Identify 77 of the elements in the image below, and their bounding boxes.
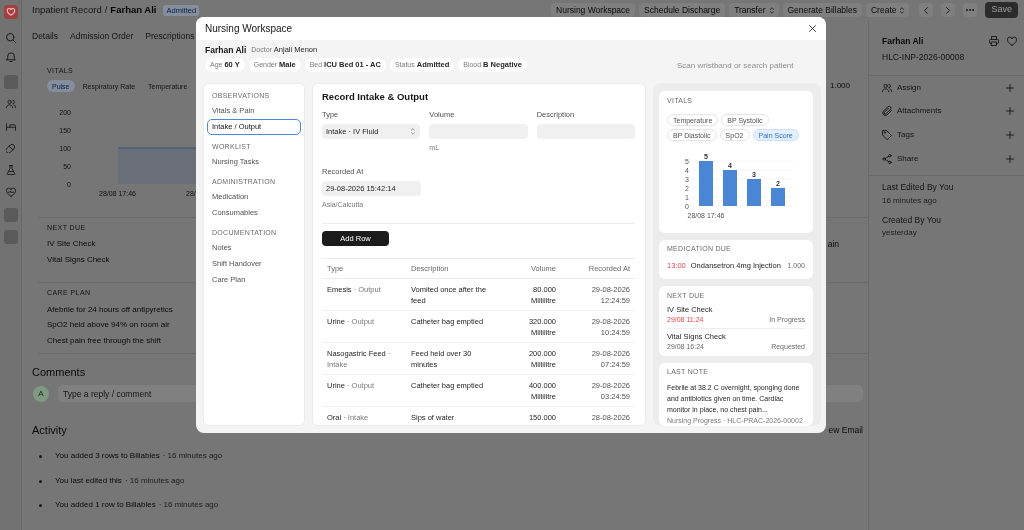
meta-label: Created By You — [882, 214, 942, 226]
chart-bar — [771, 188, 785, 206]
dialog-title: Nursing Workspace — [205, 22, 293, 36]
share-icon — [882, 154, 892, 164]
flask-icon[interactable] — [5, 165, 16, 175]
heart-pulse-icon[interactable] — [5, 187, 16, 197]
avatar: A — [33, 385, 49, 402]
partial-text: ain — [827, 237, 839, 251]
bell-icon[interactable] — [5, 52, 16, 62]
search-field[interactable]: Scan wristband or search patient — [677, 58, 807, 72]
tag-icon — [882, 130, 892, 140]
record-title: Farhan Ali — [882, 34, 924, 48]
chevron-right-icon — [946, 6, 951, 14]
breadcrumb-separator: / — [104, 2, 108, 17]
activity-time: · 16 minutes ago — [124, 475, 185, 487]
chart-bar — [723, 170, 737, 206]
activity-text: You last edited this — [55, 475, 122, 487]
activity-text: You added 1 row to Billables — [55, 499, 156, 511]
sidebar-action[interactable]: Attachments — [897, 105, 942, 117]
plus-icon[interactable] — [1006, 131, 1014, 139]
bullet-icon — [39, 503, 42, 507]
users-icon[interactable] — [5, 99, 16, 109]
activity-time: · 16 minutes ago — [162, 450, 223, 462]
care-plan-item: SpO2 held above 94% on room air — [47, 319, 170, 331]
chevron-left-icon — [924, 6, 929, 14]
care-plan-item: Afebrile for 24 hours off antipyretics — [47, 304, 173, 316]
bullet-icon — [39, 479, 42, 483]
chevron-up-down-icon — [900, 6, 905, 14]
sidebar-action[interactable]: Tags — [897, 129, 914, 141]
action-button[interactable]: Nursing Workspace — [551, 3, 636, 17]
bed-icon[interactable] — [5, 122, 16, 132]
plus-icon[interactable] — [1006, 84, 1014, 92]
quantity-text: 1.000 — [829, 80, 850, 92]
chart-bar — [747, 179, 761, 206]
action-button[interactable]: Schedule Discharge — [639, 3, 726, 17]
bullet-icon — [39, 454, 42, 458]
form-title: Record Intake & Output — [322, 91, 429, 103]
dropdown-button[interactable]: Transfer — [729, 3, 779, 17]
users-icon — [882, 83, 892, 93]
sidebar-action[interactable]: Assign — [897, 82, 921, 94]
search-icon[interactable] — [5, 33, 16, 43]
logo-icon[interactable] — [3, 5, 18, 19]
save-button[interactable]: Save — [985, 2, 1018, 18]
patient-name: Farhan Ali — [205, 45, 247, 55]
chevron-up-down-icon — [769, 6, 774, 14]
paperclip-icon — [882, 106, 892, 116]
heart-icon[interactable] — [1007, 36, 1017, 46]
care-plan-item: Chest pain free through the shift — [47, 335, 161, 347]
previous-button[interactable] — [919, 3, 934, 17]
pill-icon[interactable] — [5, 143, 16, 153]
chevron-up-down-icon — [411, 128, 416, 135]
close-icon[interactable] — [809, 25, 816, 32]
section-heading: Comments — [32, 365, 86, 379]
task-text: IV Site Check — [47, 238, 96, 250]
tab[interactable]: Admission Order — [70, 30, 134, 42]
plus-icon[interactable] — [1006, 107, 1014, 115]
page-title: Farhan Ali — [110, 2, 157, 17]
chart-bar — [699, 161, 713, 206]
plus-icon[interactable] — [1006, 155, 1014, 163]
meta-label: Last Edited By You — [882, 181, 954, 193]
activity-text: You added 3 rows to Billables — [55, 450, 160, 462]
action-button[interactable]: Generate Billables — [782, 3, 862, 17]
tab[interactable]: Details — [32, 30, 58, 42]
record-id: HLC-INP-2026-00008 — [882, 51, 965, 63]
more-button[interactable] — [963, 3, 978, 17]
task-text: Vital Signs Check — [47, 254, 110, 266]
meta-value: yesterday — [882, 227, 917, 239]
activity-time: · 16 minutes ago — [158, 499, 219, 511]
email-button[interactable]: ew Email — [828, 423, 863, 437]
tab[interactable]: Prescriptions — [145, 30, 195, 42]
printer-icon[interactable] — [989, 36, 999, 46]
section-heading: Activity — [32, 422, 67, 438]
sidebar-action[interactable]: Share — [897, 153, 919, 165]
dropdown-button[interactable]: Create — [865, 3, 910, 17]
meta-value: 16 minutes ago — [882, 195, 937, 207]
next-button[interactable] — [941, 3, 956, 17]
breadcrumb-link[interactable]: Inpatient Record — [32, 2, 102, 18]
